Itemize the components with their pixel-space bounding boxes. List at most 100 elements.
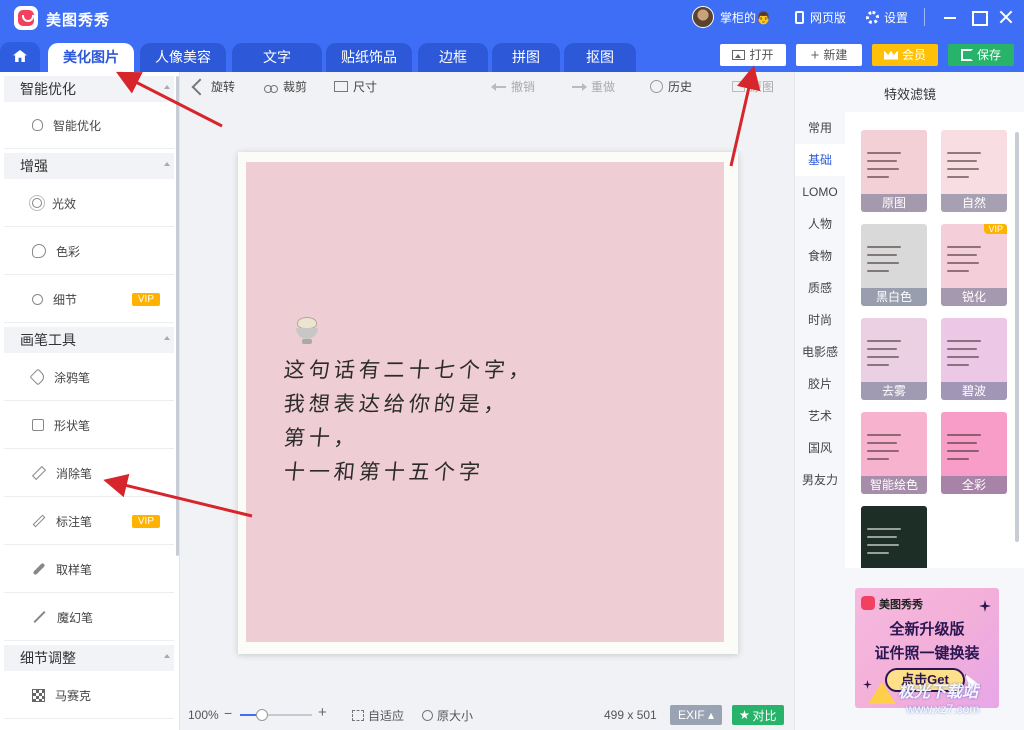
filter-category[interactable]: 质感 [795, 272, 845, 304]
fit-button[interactable]: 自适应 [352, 707, 404, 724]
tab-text[interactable]: 文字 [232, 43, 322, 72]
filter-category[interactable]: 时尚 [795, 304, 845, 336]
filter-card[interactable]: 原图 [861, 130, 927, 212]
filter-scrollbar[interactable] [1015, 132, 1019, 542]
filter-thumbnail [861, 506, 927, 568]
size-button[interactable]: 尺寸 [334, 78, 377, 95]
handwritten-line: 第十， [282, 426, 361, 450]
filter-card[interactable]: 锐化 VIP [941, 224, 1007, 306]
filter-card[interactable]: 自然 [941, 130, 1007, 212]
filter-category[interactable]: 艺术 [795, 400, 845, 432]
zoom-slider-handle[interactable] [255, 709, 268, 721]
section-enhance[interactable]: 增强 [4, 153, 174, 179]
section-smart-optimize[interactable]: 智能优化 [4, 76, 174, 102]
user-menu[interactable]: 掌柜的👨 [692, 6, 771, 28]
section-detail-adjust[interactable]: 细节调整 [4, 645, 174, 671]
settings-button[interactable]: 设置 [866, 9, 908, 26]
canvas-area[interactable]: 这句话有二十七个字， 我想表达给你的是， 第十， 十一和第十五个字 [180, 102, 794, 700]
redo-label: 重做 [591, 80, 616, 94]
compare-button[interactable]: 对比 [732, 705, 784, 725]
phone-icon [795, 11, 804, 24]
zoom-slider[interactable] [240, 714, 312, 716]
panel-title: 特效滤镜 [883, 87, 936, 102]
filter-card[interactable] [861, 506, 927, 568]
maximize-icon[interactable] [969, 8, 988, 26]
undo-button[interactable]: 撤销 [491, 78, 536, 95]
history-button[interactable]: 历史 [650, 78, 692, 95]
tool-label: 马赛克 [55, 688, 92, 703]
undo-icon [491, 82, 506, 91]
home-button[interactable] [0, 42, 40, 72]
settings-label: 设置 [884, 11, 909, 25]
rotate-button[interactable]: 旋转 [191, 78, 235, 95]
tab-cutout[interactable]: 抠图 [564, 43, 636, 72]
vip-badge: VIP [131, 514, 160, 528]
crop-button[interactable]: 裁剪 [264, 78, 307, 95]
undo-label: 撤销 [511, 80, 536, 94]
tool-color[interactable]: 色彩 [4, 228, 174, 275]
filter-category[interactable]: LOMO [795, 176, 845, 208]
title-bar: 美图秀秀 掌柜的👨 网页版 设置 [0, 0, 1024, 36]
magnify-icon [32, 293, 43, 305]
avatar[interactable] [692, 6, 714, 28]
tool-sample-pen[interactable]: 取样笔 [4, 546, 174, 593]
new-button[interactable]: + 新建 [796, 44, 862, 66]
tool-annotate-pen[interactable]: 标注笔 VIP [4, 498, 174, 545]
redo-button[interactable]: 重做 [572, 78, 615, 95]
filter-card[interactable]: 全彩 [941, 412, 1007, 494]
filter-category[interactable]: 电影感 [795, 336, 845, 368]
zoom-out-button[interactable]: − [224, 705, 232, 721]
watermark: 极光下载站 www.xz7.com [862, 676, 1022, 728]
photo[interactable]: 这句话有二十七个字， 我想表达给你的是， 第十， 十一和第十五个字 [238, 152, 738, 654]
zoom-in-button[interactable]: + [318, 704, 327, 721]
collapse-icon [164, 162, 170, 166]
tool-label: 光效 [52, 196, 77, 211]
open-button[interactable]: 打开 [720, 44, 786, 66]
filter-card[interactable]: 智能绘色 [861, 412, 927, 494]
filter-category[interactable]: 食物 [795, 240, 845, 272]
actual-size-button[interactable]: 原大小 [422, 707, 473, 724]
section-brush-tools[interactable]: 画笔工具 [4, 327, 174, 353]
image-dimensions: 499 x 501 [604, 708, 657, 722]
original-button[interactable]: 原图 [732, 78, 774, 95]
actual-size-label: 原大小 [437, 709, 474, 723]
filter-category[interactable]: 男友力 [795, 464, 845, 496]
pen-icon [32, 514, 46, 528]
minimize-icon[interactable] [941, 8, 959, 26]
filter-category[interactable]: 基础 [795, 144, 845, 176]
tool-magic-pen[interactable]: 魔幻笔 [4, 594, 174, 641]
filter-label: 原图 [861, 194, 927, 212]
exif-button[interactable]: EXIF ▴ [670, 705, 722, 725]
vip-button[interactable]: 会员 [872, 44, 938, 66]
filter-card[interactable]: 黑白色 [861, 224, 927, 306]
web-version-label: 网页版 [810, 11, 847, 25]
user-name[interactable]: 掌柜的👨 [720, 9, 771, 26]
filter-category[interactable]: 常用 [795, 112, 845, 144]
tool-smart-optimize[interactable]: 智能优化 [4, 102, 174, 149]
tool-detail[interactable]: 细节 VIP [4, 276, 174, 323]
plus-icon: + [810, 46, 820, 64]
wand-icon [33, 610, 46, 624]
filter-category[interactable]: 国风 [795, 432, 845, 464]
filter-category[interactable]: 胶片 [795, 368, 845, 400]
tab-beautify[interactable]: 美化图片 [48, 43, 134, 72]
tool-doodle-pen[interactable]: 涂鸦笔 [4, 354, 174, 401]
close-icon[interactable] [997, 8, 1015, 26]
tool-shape-pen[interactable]: 形状笔 [4, 402, 174, 449]
filter-category[interactable]: 人物 [795, 208, 845, 240]
tab-border[interactable]: 边框 [418, 43, 488, 72]
sidebar-scrollbar[interactable] [176, 76, 179, 556]
shape-icon [32, 419, 44, 431]
web-version-button[interactable]: 网页版 [795, 9, 846, 26]
tab-portrait[interactable]: 人像美容 [140, 43, 226, 72]
tool-mosaic[interactable]: 马赛克 [4, 672, 174, 719]
tool-light[interactable]: 光效 [4, 180, 174, 227]
filter-card[interactable]: 碧波 [941, 318, 1007, 400]
filter-card[interactable]: 去雾 [861, 318, 927, 400]
filter-label: 黑白色 [861, 288, 927, 306]
save-icon [960, 49, 973, 61]
tab-collage[interactable]: 拼图 [492, 43, 560, 72]
save-button[interactable]: 保存 [948, 44, 1014, 66]
tab-stickers[interactable]: 贴纸饰品 [326, 43, 412, 72]
tool-eraser-pen[interactable]: 消除笔 [4, 450, 174, 497]
